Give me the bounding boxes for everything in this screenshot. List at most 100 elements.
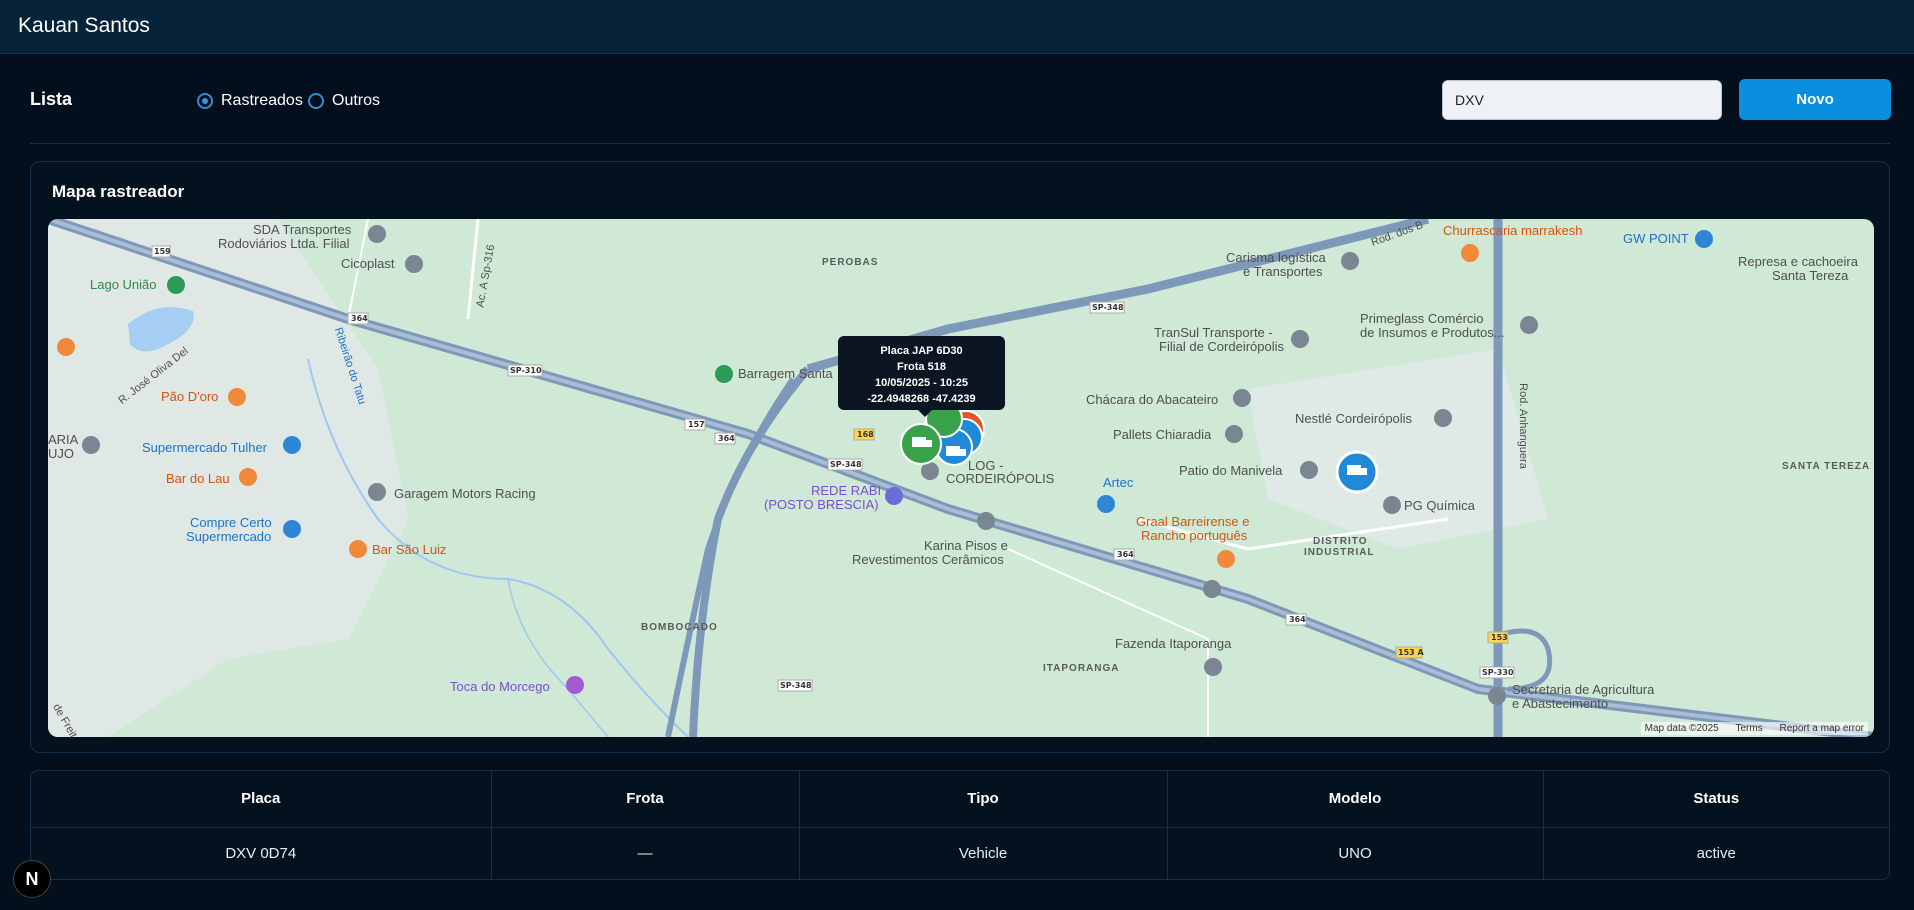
poi-label[interactable]: Churrascaria marrakesh <box>1443 224 1582 238</box>
poi-label[interactable]: Revestimentos Cerâmicos <box>852 553 1004 567</box>
poi-label[interactable]: Bar São Luiz <box>372 543 446 557</box>
area-label: SANTA TEREZA <box>1782 461 1871 472</box>
poi-label[interactable]: Artec <box>1103 476 1133 490</box>
poi-label[interactable]: Carisma logística <box>1226 251 1326 265</box>
vehicles-table: Placa Frota Tipo Modelo Status DXV 0D74 … <box>31 771 1889 879</box>
poi-label[interactable]: Chácara do Abacateiro <box>1086 393 1218 407</box>
shield-159: 159 <box>154 247 171 256</box>
poi-label[interactable]: Garagem Motors Racing <box>394 487 536 501</box>
column-header-placa[interactable]: Placa <box>31 771 492 828</box>
shield-sp310: SP-310 <box>510 366 542 375</box>
shield-153a: 153 A <box>1398 648 1424 657</box>
poi-label[interactable]: Nestlé Cordeirópolis <box>1295 412 1412 426</box>
poi-label[interactable]: Patio do Manivela <box>1179 464 1282 478</box>
top-bar: Kauan Santos <box>0 0 1914 54</box>
column-header-tipo[interactable]: Tipo <box>799 771 1168 828</box>
cell-frota: — <box>491 827 800 879</box>
radio-checked-icon[interactable] <box>197 93 213 109</box>
poi-label[interactable]: ARIA <box>48 433 78 447</box>
poi-label[interactable]: Barragem Santa <box>738 367 833 381</box>
shield-168: 168 <box>857 430 874 439</box>
map-attribution: Map data ©2025 <box>1644 723 1719 734</box>
area-label: BOMBOCADO <box>641 622 718 633</box>
shield-364-d: 364 <box>1289 615 1306 624</box>
poi-label[interactable]: Graal Barreirense e <box>1136 515 1249 529</box>
area-label: PEROBAS <box>822 257 879 268</box>
user-name: Kauan Santos <box>18 14 150 37</box>
shield-364-b: 364 <box>718 434 735 443</box>
shield-364-a: 364 <box>351 314 368 323</box>
poi-label[interactable]: e Transportes <box>1243 265 1323 279</box>
shield-364-c: 364 <box>1117 550 1134 559</box>
poi-label[interactable]: Karina Pisos e <box>924 539 1008 553</box>
table-header-row: Placa Frota Tipo Modelo Status <box>31 771 1889 828</box>
radio-unchecked-icon[interactable] <box>308 93 324 109</box>
poi-label[interactable]: UJO <box>48 447 74 461</box>
search-input[interactable] <box>1442 80 1722 120</box>
vehicles-table-card: Placa Frota Tipo Modelo Status DXV 0D74 … <box>30 770 1890 880</box>
shield-153: 153 <box>1491 633 1508 642</box>
shield-sp348-a: SP-348 <box>830 460 862 469</box>
poi-label[interactable]: Pão D'oro <box>161 390 218 404</box>
list-title: Lista <box>30 89 73 109</box>
poi-label[interactable]: Represa e cachoeira <box>1738 255 1858 269</box>
poi-label[interactable]: GW POINT <box>1623 232 1689 246</box>
shield-sp348-c: SP-348 <box>780 681 812 690</box>
map-terms-link[interactable]: Terms <box>1736 723 1763 734</box>
poi-label[interactable]: SDA Transportes <box>253 223 351 237</box>
nextjs-badge-icon[interactable]: N <box>13 860 51 898</box>
poi-label[interactable]: Supermercado Tulher <box>142 441 267 455</box>
new-button[interactable]: Novo <box>1739 79 1891 120</box>
poi-label[interactable]: Secretaria de Agricultura <box>1512 683 1654 697</box>
area-label: ITAPORANGA <box>1043 663 1120 674</box>
poi-label[interactable]: Compre Certo <box>190 516 272 530</box>
table-row[interactable]: DXV 0D74 — Vehicle UNO active <box>31 827 1889 879</box>
poi-label[interactable]: Rancho português <box>1141 529 1247 543</box>
poi-label[interactable]: PG Química <box>1404 499 1475 513</box>
street-label: Rod. Anhanguera <box>1516 383 1529 469</box>
vehicle-tooltip: Placa JAP 6D30 Frota 518 10/05/2025 - 10… <box>838 336 1005 417</box>
radio-rastreados-label: Rastreados <box>221 92 303 109</box>
shield-sp348-b: SP-348 <box>1092 303 1124 312</box>
tracker-map[interactable]: 159 364 SP-310 157 364 168 SP-348 SP-348… <box>48 219 1874 737</box>
poi-label[interactable]: Primeglass Comércio <box>1360 312 1484 326</box>
poi-label[interactable]: (POSTO BRESCIA) <box>764 498 879 512</box>
poi-label[interactable]: Bar do Lau <box>166 472 230 486</box>
poi-label[interactable]: Fazenda Itaporanga <box>1115 637 1231 651</box>
cell-tipo: Vehicle <box>799 827 1168 879</box>
column-header-status[interactable]: Status <box>1543 771 1889 828</box>
shield-sp330: SP-330 <box>1482 668 1514 677</box>
radio-rastreados[interactable]: Rastreados <box>197 92 303 110</box>
map-title: Mapa rastreador <box>52 182 185 201</box>
tooltip-datetime: 10/05/2025 - 10:25 <box>875 377 968 389</box>
radio-outros-label: Outros <box>332 92 381 109</box>
poi-label[interactable]: Santa Tereza <box>1772 269 1848 283</box>
cell-status: active <box>1696 844 1736 862</box>
column-header-frota[interactable]: Frota <box>491 771 800 828</box>
poi-label[interactable]: Pallets Chiaradia <box>1113 428 1211 442</box>
cell-modelo: UNO <box>1167 827 1544 879</box>
poi-label[interactable]: Rodoviários Ltda. Filial <box>218 237 350 251</box>
tooltip-fleet: Frota 518 <box>897 361 946 373</box>
poi-label[interactable]: Lago União <box>90 278 157 292</box>
poi-label[interactable]: REDE RABI <box>811 484 881 498</box>
tooltip-coords: -22.4948268 -47.4239 <box>867 393 976 405</box>
area-label: DISTRITO <box>1313 536 1368 547</box>
poi-label[interactable]: de Insumos e Produtos... <box>1360 326 1505 340</box>
tooltip-plate: Placa JAP 6D30 <box>880 345 963 357</box>
poi-label[interactable]: e Abastecimento <box>1512 697 1608 711</box>
poi-label[interactable]: TranSul Transporte - <box>1154 326 1273 340</box>
map-card: Mapa rastreador 159 364 SP-310 157 364 1… <box>30 161 1890 753</box>
poi-label[interactable]: Supermercado <box>186 530 271 544</box>
area-label: INDUSTRIAL <box>1304 547 1375 558</box>
poi-label[interactable]: Cicoplast <box>341 257 394 271</box>
shield-157: 157 <box>688 420 705 429</box>
poi-label[interactable]: CORDEIRÓPOLIS <box>946 472 1054 486</box>
radio-outros[interactable]: Outros <box>308 92 380 110</box>
map-footer: Map data ©2025 Terms Report a map error <box>1640 722 1868 735</box>
poi-label[interactable]: Filial de Cordeirópolis <box>1159 340 1284 354</box>
poi-label[interactable]: Toca do Morcego <box>450 680 550 694</box>
column-header-modelo[interactable]: Modelo <box>1167 771 1544 828</box>
list-toolbar: Lista Rastreados Outros Novo <box>30 78 1891 144</box>
map-report-link[interactable]: Report a map error <box>1780 723 1864 734</box>
